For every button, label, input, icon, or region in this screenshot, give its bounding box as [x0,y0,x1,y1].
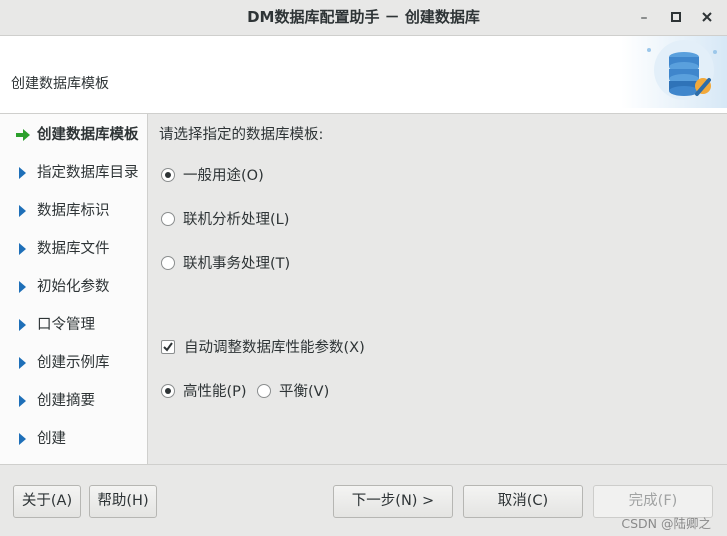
triangle-right-icon [19,167,26,179]
template-options-panel: 请选择指定的数据库模板: 一般用途(O) 联机分析处理(L) 联机事务处理(T)… [149,114,727,464]
close-icon [702,10,712,26]
triangle-right-icon [19,395,26,407]
sidebar-item-label: 数据库标识 [37,203,110,219]
radio-indicator[interactable] [161,256,175,270]
sidebar-item-label: 创建 [37,431,66,447]
radio-indicator[interactable] [161,384,175,398]
about-button[interactable]: 关于(A) [13,485,81,518]
maximize-button[interactable] [665,7,687,29]
radio-label: 联机分析处理(L) [183,212,290,228]
watermark-text: CSDN @陆卿之 [621,516,711,531]
radio-label: 联机事务处理(T) [183,256,291,272]
sidebar-item-label: 创建示例库 [37,355,110,371]
triangle-right-icon [19,205,26,217]
checkmark-icon [163,342,173,352]
next-button[interactable]: 下一步(N) > [333,485,453,518]
wizard-footer: 关于(A) 帮助(H) 下一步(N) > 取消(C) 完成(F) CSDN @陆… [0,464,727,536]
close-button[interactable] [696,7,718,29]
step-title: 创建数据库模板 [11,76,109,92]
radio-label: 一般用途(O) [183,168,264,184]
wizard-steps-sidebar: 创建数据库模板 指定数据库目录 数据库标识 数据库文件 初始化参数 口令管理 创… [0,114,148,464]
database-gear-icon [621,36,727,108]
checkbox-label: 自动调整数据库性能参数(X) [184,340,365,356]
sidebar-item-label: 创建数据库模板 [37,127,139,143]
sidebar-item-label: 初始化参数 [37,279,110,295]
sidebar-item-label: 数据库文件 [37,241,110,257]
triangle-right-icon [19,433,26,445]
title-bar: DM数据库配置助手 － 创建数据库 – [0,0,727,36]
template-prompt: 请选择指定的数据库模板: [159,127,324,143]
help-button[interactable]: 帮助(H) [89,485,157,518]
triangle-right-icon [19,281,26,293]
radio-label: 高性能(P) [183,384,247,400]
sidebar-item-label: 口令管理 [37,317,95,333]
cancel-button[interactable]: 取消(C) [463,485,583,518]
radio-label: 平衡(V) [279,384,330,400]
sidebar-item-label: 创建摘要 [37,393,95,409]
minimize-icon: – [640,10,648,26]
maximize-icon [671,10,681,26]
checkbox-indicator[interactable] [161,340,175,354]
triangle-right-icon [19,243,26,255]
triangle-right-icon [19,357,26,369]
radio-indicator[interactable] [161,212,175,226]
sidebar-item-label: 指定数据库目录 [37,165,139,181]
window-title: DM数据库配置助手 － 创建数据库 [247,8,480,26]
current-step-arrow-icon [15,127,31,143]
wizard-header: 创建数据库模板 [0,36,727,114]
radio-indicator[interactable] [161,168,175,182]
triangle-right-icon [19,319,26,331]
radio-indicator[interactable] [257,384,271,398]
minimize-button[interactable]: – [633,7,655,29]
